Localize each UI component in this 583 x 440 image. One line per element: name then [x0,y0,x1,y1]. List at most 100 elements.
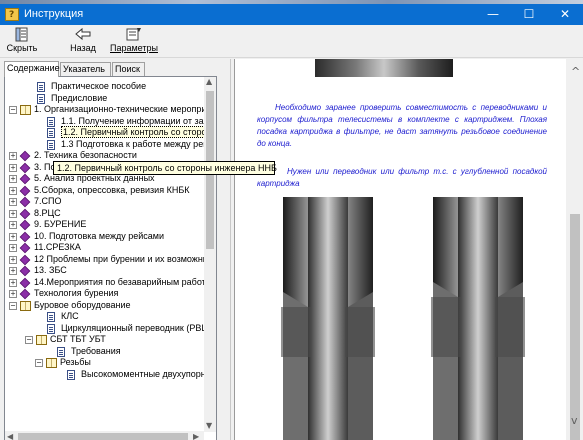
tree-item[interactable]: − Буровое оборудование [5,300,204,312]
scroll-up-icon[interactable]: ▲ [206,77,212,86]
collapse-icon[interactable]: − [25,336,33,344]
book-closed-icon [19,254,31,265]
close-button[interactable]: ✕ [547,4,583,25]
expand-icon[interactable]: + [9,290,17,298]
tab-index[interactable]: Указатель [60,62,111,76]
hide-button[interactable]: Скрыть [3,26,41,56]
tree-item-label: КЛС [61,311,79,321]
content-vertical-scrollbar[interactable]: ^ v [566,59,583,440]
book-closed-icon [19,242,31,254]
expand-icon[interactable]: + [9,152,17,160]
content-scroll-thumb[interactable] [570,214,580,440]
expand-icon[interactable]: + [9,186,17,195]
book-closed-icon [19,162,31,173]
tree-item[interactable]: Высокомоментные двухупорные резьбы [5,369,204,381]
tree-item[interactable]: Предисловие [5,93,204,105]
book-closed-icon [19,231,31,242]
book-open-icon [36,335,47,345]
pane-splitter[interactable] [230,59,233,440]
cartridge-filter-photo [281,197,525,440]
back-button[interactable]: Назад [66,26,100,56]
tree-item[interactable]: + Технология бурения [5,288,204,300]
tree-item[interactable]: +10. Подготовка между рейсами [5,231,204,243]
toolbar: Скрыть Назад Параметры [0,25,583,58]
tab-search[interactable]: Поиск [112,62,145,76]
tree-item-label: 5.Сборка, опрессовка, ревизия КНБК [34,184,190,195]
tree-item[interactable]: +9. БУРЕНИЕ [5,219,204,231]
tree-item[interactable]: КЛС [5,311,204,323]
expand-icon[interactable]: + [9,221,17,229]
tree-item[interactable]: Циркуляционный переводник (PBL) [5,323,204,335]
tree-item-label: 13. ЗБС [34,265,67,275]
content-scroll-down-icon[interactable]: v [571,414,578,427]
tree-item[interactable]: − 1. Организационно-технические мероприят… [5,104,204,116]
minimize-button[interactable]: — [475,4,511,25]
tree-item-label: 2. Техника безопасности [34,150,137,160]
tree-horizontal-scrollbar[interactable]: ◀ ▶ [5,431,204,440]
tree-item[interactable]: +2. Техника безопасности [5,150,204,162]
tree-item[interactable]: +5.Сборка, опрессовка, ревизия КНБК [5,185,204,197]
maximize-button[interactable]: ☐ [511,4,547,25]
content-scroll-up-icon[interactable]: ^ [571,65,580,78]
tree-item[interactable]: Практическое пособие [5,81,204,93]
expand-icon[interactable]: + [9,244,17,252]
topic-content: Необходимо заранее проверить совместимос… [235,59,566,440]
expand-icon[interactable]: + [9,163,17,172]
book-open-icon [46,358,57,368]
page-icon [67,369,75,380]
hide-label: Скрыть [6,43,38,53]
title-bar[interactable]: ? Инструкция — ☐ ✕ [0,4,583,25]
book-closed-icon [19,196,31,208]
tree-item-label: Требования [71,345,121,356]
tree-item[interactable]: 1.2. Первичный контроль со стороны инжен… [5,126,204,139]
expand-icon[interactable]: + [9,255,17,264]
page-icon [47,128,55,138]
options-icon [126,28,141,41]
tree-item[interactable]: − Резьбы [5,357,204,369]
options-button[interactable]: Параметры [110,26,158,56]
tree-vertical-scrollbar[interactable]: ▲ ▼ [204,77,216,432]
tree-item[interactable]: Требования [5,346,204,358]
tree-item[interactable]: +8.РЦС [5,208,204,220]
collapse-icon[interactable]: − [35,359,43,367]
page-icon [57,346,65,357]
tree-item[interactable]: +11.СРЕЗКА [5,242,204,254]
book-closed-icon [19,185,31,196]
item-tooltip: 1.2. Первичный контроль со стороны инжен… [53,161,277,175]
back-label: Назад [70,43,96,53]
book-closed-icon [19,208,31,219]
tree-item[interactable]: 1.3 Подготовка к работе между рейсами [5,139,204,151]
navigation-pane: Содержание Указатель Поиск Практическое … [0,59,230,440]
contents-tree[interactable]: Практическое пособие Предисловие − 1. Орган… [5,81,204,426]
page-icon [47,116,55,127]
book-closed-icon [19,219,31,231]
expand-icon[interactable]: + [9,278,17,287]
tree-item-label: Предисловие [51,92,108,103]
book-closed-icon [19,288,31,300]
expand-icon[interactable]: + [9,198,17,206]
tree-item[interactable]: +13. ЗБС [5,265,204,277]
tree-item[interactable]: − СБТ ТБТ УБТ [5,334,204,346]
expand-icon[interactable]: + [9,175,17,183]
hide-pane-icon [15,27,28,42]
book-closed-icon [19,277,31,288]
top-figure-image [315,59,453,77]
scroll-left-icon[interactable]: ◀ [7,432,13,440]
collapse-icon[interactable]: − [9,106,17,114]
expand-icon[interactable]: + [9,209,17,218]
tree-item[interactable]: +14.Мероприятия по безаварийным работам [5,277,204,289]
help-app-icon: ? [5,8,19,21]
collapse-icon[interactable]: − [9,301,17,310]
tree-item[interactable]: +12 Проблемы при бурении и их возможные … [5,254,204,266]
tree-item[interactable]: +7.СПО [5,196,204,208]
page-icon [37,93,45,104]
page-icon [37,82,45,92]
scroll-down-icon[interactable]: ▼ [206,421,212,430]
expand-icon[interactable]: + [9,267,17,275]
scroll-right-icon[interactable]: ▶ [193,432,199,440]
window-title: Инструкция [24,8,84,20]
tab-contents[interactable]: Содержание [4,61,60,77]
tree-hscroll-thumb[interactable] [18,433,188,440]
tree-item-label: Циркуляционный переводник (PBL) [61,322,204,333]
expand-icon[interactable]: + [9,232,17,241]
